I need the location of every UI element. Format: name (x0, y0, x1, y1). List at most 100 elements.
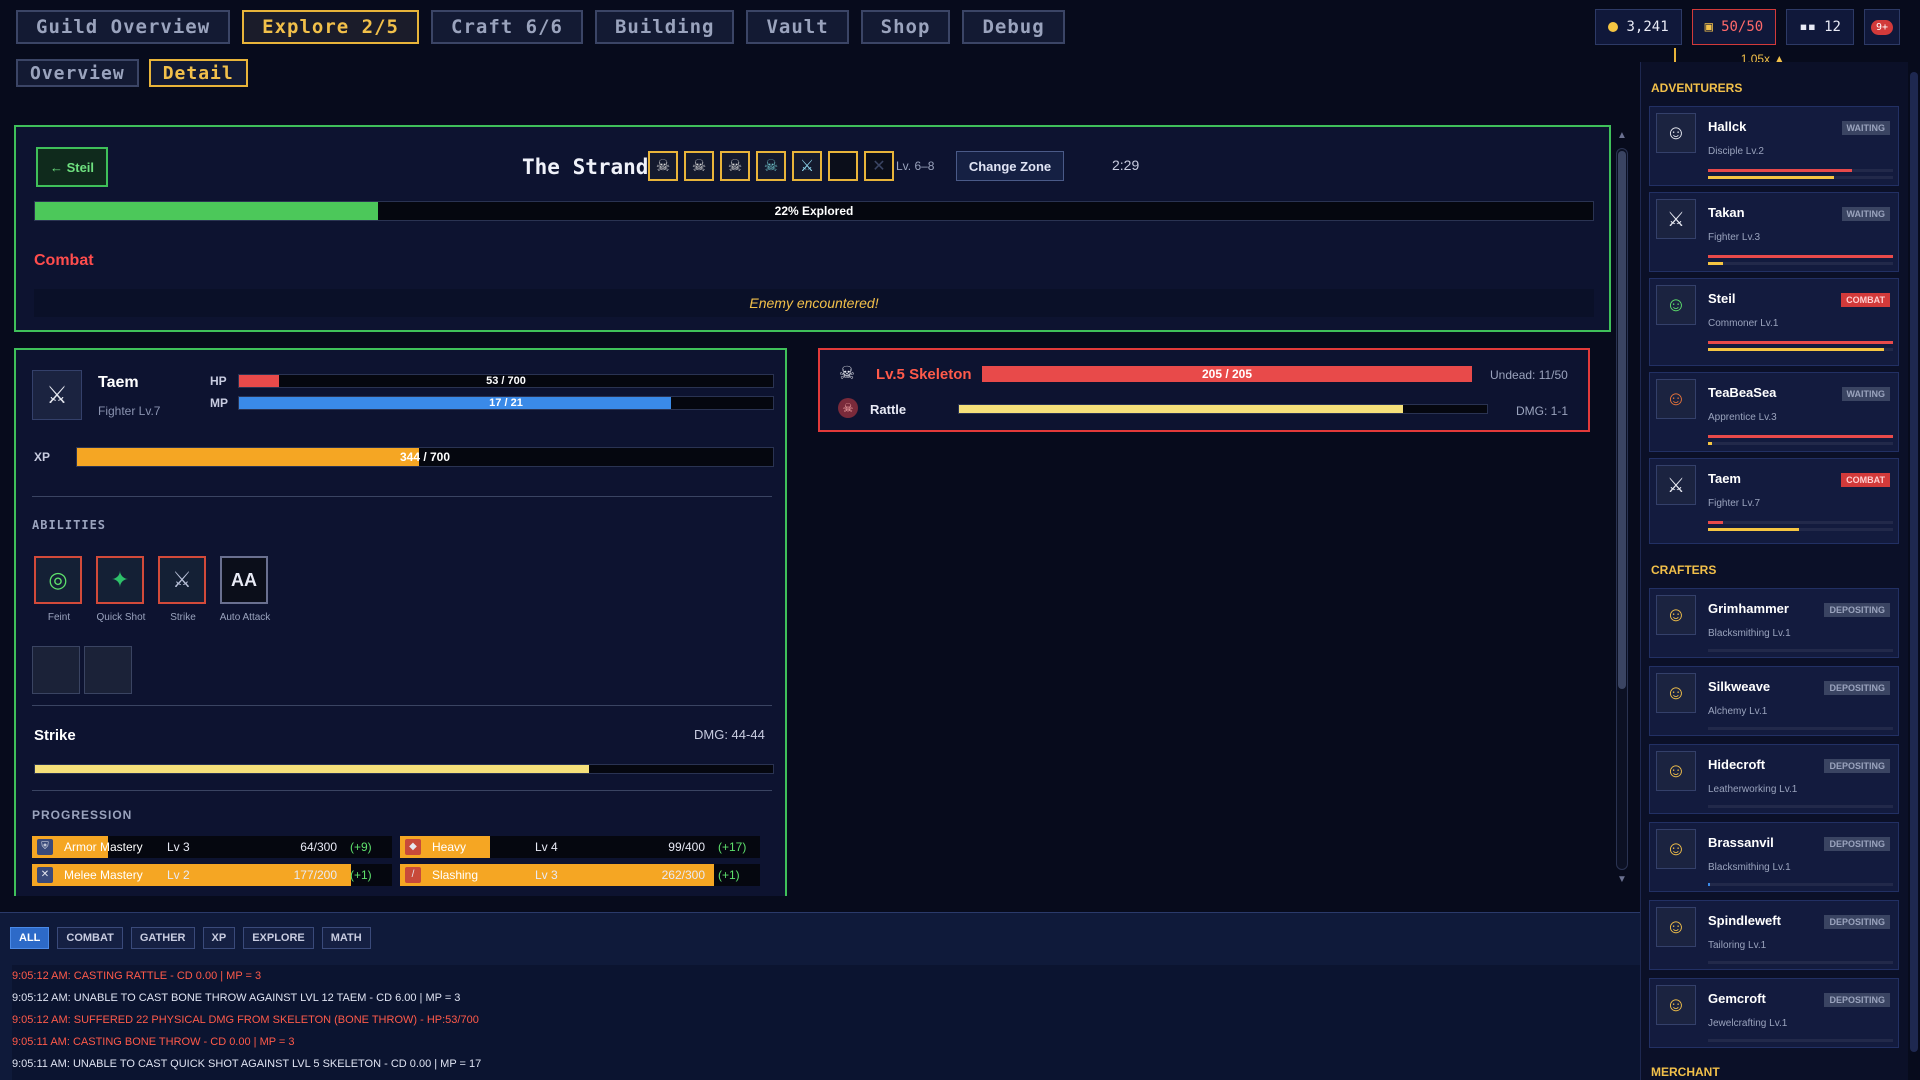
back-button[interactable]: ← Steil (36, 147, 108, 187)
tab-explore[interactable]: Explore 2/5 (242, 10, 419, 44)
filter-xp[interactable]: XP (202, 927, 236, 949)
enemy-damage: DMG: 1-1 (1516, 404, 1569, 418)
crafter-card[interactable]: ☺ Hidecroft Leatherworking Lv.1 DEPOSITI… (1649, 744, 1899, 814)
adventurer-card[interactable]: ☺ TeaBeaSea Apprentice Lv.3 WAITING (1649, 372, 1899, 452)
filter-all[interactable]: ALL (10, 927, 50, 949)
xp-text: 344 / 700 (399, 450, 451, 464)
filter-explore[interactable]: EXPLORE (243, 927, 314, 949)
ability-strike[interactable]: ⚔ Strike (158, 556, 208, 623)
storage-counter[interactable]: ▣ 50/50 (1691, 9, 1777, 45)
adventurer-card[interactable]: ☺ Steil Commoner Lv.1 COMBAT (1649, 278, 1899, 366)
tab-guild-overview[interactable]: Guild Overview (16, 10, 231, 44)
mp-bar: 17 / 21 (238, 396, 774, 410)
crafter-card[interactable]: ☺ Brassanvil Blacksmithing Lv.1 DEPOSITI… (1649, 822, 1899, 892)
filter-gather[interactable]: GATHER (130, 927, 195, 949)
adventurer-card[interactable]: ⚔ Taem Fighter Lv.7 COMBAT (1649, 458, 1899, 544)
star-icon: ✦ (96, 556, 144, 604)
ability-quick-shot[interactable]: ✦ Quick Shot (96, 556, 146, 623)
tab-building[interactable]: Building (594, 10, 735, 44)
progression-item[interactable]: ⛨ Armor Mastery Lv 3 64/300 (+9) (32, 836, 392, 858)
explore-panel: ← Steil The Strand ☠ ☠ ☠ ☠ ⚔ ✕ Lv. 6–8 C… (14, 125, 1611, 332)
locked-slot-icon[interactable]: ✕ (864, 151, 894, 181)
adventurer-class: Disciple Lv.2 (1708, 146, 1764, 157)
ability-name: Strike (170, 612, 196, 623)
crafter-class: Jewelcrafting Lv.1 (1708, 1018, 1788, 1029)
crafter-class: Blacksmithing Lv.1 (1708, 628, 1791, 639)
ability-list: ◎ Feint ✦ Quick Shot ⚔ Strike AA Auto At… (34, 556, 270, 623)
progression-item[interactable]: ◆ Heavy Lv 4 99/400 (+17) (400, 836, 760, 858)
filter-math[interactable]: MATH (321, 927, 371, 949)
adventurer-avatar: ☺ (1656, 113, 1696, 153)
crafter-card[interactable]: ☺ Silkweave Alchemy Lv.1 DEPOSITING (1649, 666, 1899, 736)
adventurer-name: Steil (1708, 291, 1736, 306)
subtab-detail[interactable]: Detail (148, 59, 248, 87)
adventurer-xp-bar (1708, 528, 1893, 531)
log-line: 9:05:11 AM: UNABLE TO CAST QUICK SHOT AG… (12, 1058, 482, 1070)
main-scrollbar[interactable]: ▲ ▼ (1614, 130, 1630, 892)
progression-level: Lv 3 (535, 868, 558, 882)
sword-icon[interactable]: ⚔ (792, 151, 822, 181)
people-icon: ▪▪ (1799, 19, 1817, 35)
notification-button[interactable]: 9+ (1863, 9, 1900, 45)
progression-gain: (+1) (350, 868, 372, 882)
scroll-track[interactable] (1616, 148, 1628, 870)
ghoul-icon[interactable]: ☠ (756, 151, 786, 181)
subtab-overview[interactable]: Overview (16, 59, 139, 87)
sub-nav: Overview Detail (16, 59, 248, 87)
crafter-card[interactable]: ☺ Gemcroft Jewelcrafting Lv.1 DEPOSITING (1649, 978, 1899, 1048)
tab-shop[interactable]: Shop (860, 10, 951, 44)
adventurers-title: ADVENTURERS (1651, 81, 1743, 95)
crafter-card[interactable]: ☺ Grimhammer Blacksmithing Lv.1 DEPOSITI… (1649, 588, 1899, 658)
tab-debug[interactable]: Debug (962, 10, 1065, 44)
crafter-progress-bar (1708, 961, 1893, 964)
crafter-progress-bar (1708, 649, 1893, 652)
adventurer-xp-bar (1708, 348, 1893, 351)
sidebar-scroll-thumb[interactable] (1910, 72, 1918, 1052)
scroll-down-icon[interactable]: ▼ (1616, 874, 1628, 885)
sidebar-scrollbar[interactable] (1910, 62, 1918, 1080)
crafter-name: Spindleweft (1708, 913, 1781, 928)
scroll-thumb[interactable] (1618, 151, 1626, 689)
progression-title: PROGRESSION (32, 808, 133, 822)
tab-craft[interactable]: Craft 6/6 (431, 10, 583, 44)
skeleton-icon[interactable]: ☠ (648, 151, 678, 181)
adventurer-name: Hallck (1708, 119, 1747, 134)
enemy-name[interactable]: Lv.5 Skeleton (876, 366, 972, 383)
adventurer-avatar: ☺ (1656, 285, 1696, 325)
hero-avatar[interactable]: ⚔ (32, 370, 82, 420)
empty-slot[interactable] (828, 151, 858, 181)
ability-slot[interactable] (32, 646, 80, 694)
adventurer-xp-bar (1708, 262, 1893, 265)
gold-value: 3,241 (1626, 19, 1669, 35)
rattle-icon: ☠ (838, 398, 858, 418)
scroll-up-icon[interactable]: ▲ (1616, 130, 1628, 141)
crafter-card[interactable]: ☺ Spindleweft Tailoring Lv.1 DEPOSITING (1649, 900, 1899, 970)
divider (32, 790, 772, 791)
members-counter[interactable]: ▪▪ 12 (1786, 9, 1854, 45)
skeleton-icon[interactable]: ☠ (684, 151, 714, 181)
tab-vault[interactable]: Vault (746, 10, 849, 44)
action-progress-bar (34, 764, 774, 774)
filter-combat[interactable]: COMBAT (57, 927, 123, 949)
progression-name: Melee Mastery (64, 868, 143, 882)
sword-icon: ⚔ (158, 556, 206, 604)
slash-icon: / (405, 867, 421, 883)
ability-feint[interactable]: ◎ Feint (34, 556, 84, 623)
gold-counter[interactable]: 3,241 (1595, 9, 1682, 45)
progression-item[interactable]: / Slashing Lv 3 262/300 (+1) (400, 864, 760, 886)
crafter-avatar: ☺ (1656, 829, 1696, 869)
ability-name: Quick Shot (96, 612, 146, 623)
change-zone-button[interactable]: Change Zone (956, 151, 1064, 181)
notification-badge: 9+ (1870, 19, 1893, 35)
crafter-avatar: ☺ (1656, 907, 1696, 947)
progression-item[interactable]: ✕ Melee Mastery Lv 2 177/200 (+1) (32, 864, 392, 886)
adventurer-card[interactable]: ☺ Hallck Disciple Lv.2 WAITING (1649, 106, 1899, 186)
adventurer-card[interactable]: ⚔ Takan Fighter Lv.3 WAITING (1649, 192, 1899, 272)
log-line: 9:05:12 AM: SUFFERED 22 PHYSICAL DMG FRO… (12, 1014, 479, 1026)
skeleton-icon[interactable]: ☠ (720, 151, 750, 181)
ability-slot[interactable] (84, 646, 132, 694)
status-badge: DEPOSITING (1824, 837, 1890, 851)
ability-auto-attack[interactable]: AA Auto Attack (220, 556, 270, 623)
crafter-name: Gemcroft (1708, 991, 1766, 1006)
melee-icon: ✕ (37, 867, 53, 883)
